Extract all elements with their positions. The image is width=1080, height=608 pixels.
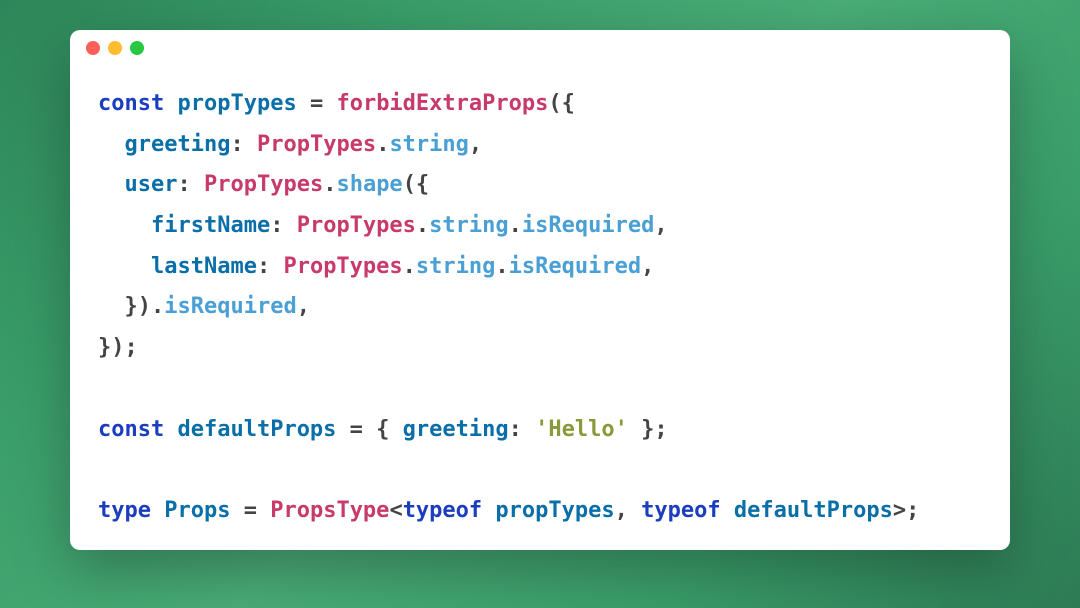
type-name: PropTypes — [297, 213, 416, 238]
code-line: const propTypes = forbidExtraProps({ — [98, 91, 575, 116]
member: isRequired — [509, 254, 641, 279]
code-line: user: PropTypes.shape({ — [98, 172, 429, 197]
member: string — [389, 132, 468, 157]
property-key: user — [125, 172, 178, 197]
close-icon[interactable] — [86, 41, 100, 55]
code-line: firstName: PropTypes.string.isRequired, — [98, 213, 668, 238]
identifier: propTypes — [177, 91, 296, 116]
identifier: defaultProps — [177, 417, 336, 442]
code-line: greeting: PropTypes.string, — [98, 132, 482, 157]
property-key: firstName — [151, 213, 270, 238]
code-line: type Props = PropsType<typeof propTypes,… — [98, 498, 919, 523]
string-literal: 'Hello' — [535, 417, 628, 442]
function-name: forbidExtraProps — [336, 91, 548, 116]
keyword: typeof — [403, 498, 482, 523]
code-window: const propTypes = forbidExtraProps({ gre… — [70, 30, 1010, 550]
type-name: PropTypes — [204, 172, 323, 197]
property-key: greeting — [125, 132, 231, 157]
member: isRequired — [164, 294, 296, 319]
punct: = — [297, 91, 337, 116]
code-line: lastName: PropTypes.string.isRequired, — [98, 254, 654, 279]
identifier: propTypes — [495, 498, 614, 523]
code-line: }).isRequired, — [98, 294, 310, 319]
type-name: PropTypes — [257, 132, 376, 157]
code-line: }); — [98, 335, 138, 360]
keyword: typeof — [641, 498, 720, 523]
window-titlebar — [70, 30, 1010, 66]
keyword: const — [98, 417, 164, 442]
member: string — [416, 254, 495, 279]
type-name: PropsType — [270, 498, 389, 523]
identifier: defaultProps — [734, 498, 893, 523]
property-key: greeting — [403, 417, 509, 442]
type-name: PropTypes — [283, 254, 402, 279]
code-editor: const propTypes = forbidExtraProps({ gre… — [70, 66, 1010, 550]
maximize-icon[interactable] — [130, 41, 144, 55]
keyword: type — [98, 498, 151, 523]
member: shape — [336, 172, 402, 197]
minimize-icon[interactable] — [108, 41, 122, 55]
punct: ({ — [548, 91, 575, 116]
identifier: Props — [164, 498, 230, 523]
code-line: const defaultProps = { greeting: 'Hello'… — [98, 417, 668, 442]
property-key: lastName — [151, 254, 257, 279]
member: isRequired — [522, 213, 654, 238]
keyword: const — [98, 91, 164, 116]
member: string — [429, 213, 508, 238]
